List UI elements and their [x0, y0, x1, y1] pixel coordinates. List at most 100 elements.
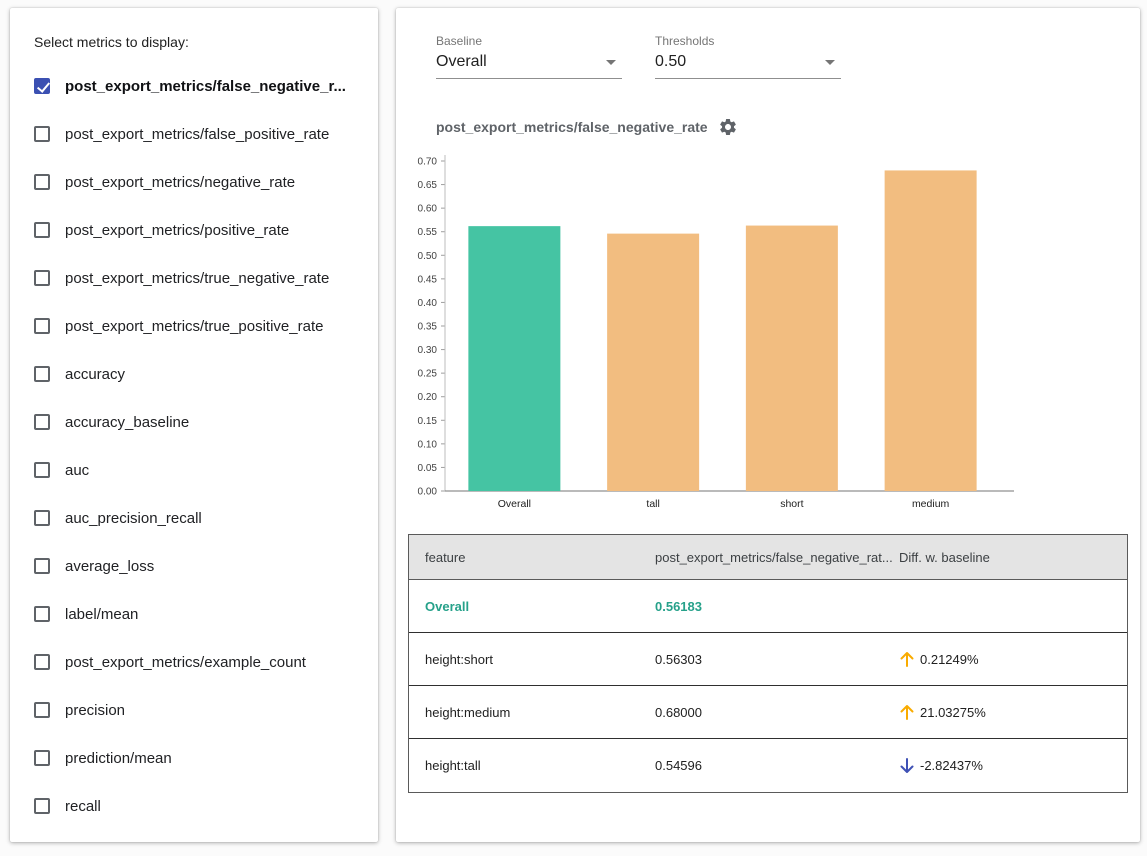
bar-chart[interactable]: 0.00 0.05 0.10 0.15 0.20 0.25 0.30 0.35 0.40 0.45…: [396, 145, 1140, 518]
y-tick-label: 0.60: [418, 204, 438, 215]
chevron-down-icon[interactable]: [825, 60, 835, 65]
metric-label: post_export_metrics/true_negative_rate: [65, 270, 329, 287]
y-tick-label: 0.30: [418, 345, 438, 356]
metric-checkbox-item[interactable]: post_export_metrics/positive_rate: [34, 206, 366, 254]
metric-checkbox-item[interactable]: post_export_metrics/false_positive_rate: [34, 110, 366, 158]
metric-label: post_export_metrics/example_count: [65, 654, 306, 671]
thresholds-dropdown-value-row[interactable]: 0.50: [655, 53, 841, 79]
bar-tall[interactable]: [607, 234, 699, 491]
y-tick-label: 0.20: [418, 392, 438, 403]
baseline-dropdown-value[interactable]: Overall: [436, 53, 487, 71]
x-category-label: tall: [646, 498, 659, 510]
metric-checkbox-item[interactable]: precision: [34, 686, 366, 734]
diff-value: 0.21249%: [920, 652, 979, 667]
baseline-dropdown[interactable]: Baseline Overall: [436, 34, 622, 79]
metric-label: post_export_metrics/false_positive_rate: [65, 126, 329, 143]
checkbox-icon[interactable]: [34, 318, 50, 334]
checkbox-icon[interactable]: [34, 78, 50, 94]
value-cell: 0.54596: [655, 758, 891, 773]
diff-cell: -2.82437%: [891, 757, 1127, 775]
y-tick-label: 0.65: [418, 180, 438, 191]
table-header-row: feature post_export_metrics/false_negati…: [409, 535, 1127, 580]
metric-label: recall: [65, 798, 101, 815]
table-row[interactable]: height:medium 0.68000 21.03275%: [409, 686, 1127, 739]
metric-label: average_loss: [65, 558, 154, 575]
feature-cell: height:short: [409, 652, 655, 667]
checkbox-icon[interactable]: [34, 654, 50, 670]
metrics-list: post_export_metrics/false_negative_r... …: [34, 62, 366, 830]
metric-label: post_export_metrics/positive_rate: [65, 222, 289, 239]
checkbox-icon[interactable]: [34, 750, 50, 766]
y-tick-label: 0.05: [418, 463, 438, 474]
y-tick-label: 0.40: [418, 298, 438, 309]
metric-checkbox-item[interactable]: auc_precision_recall: [34, 494, 366, 542]
header-diff: Diff. w. baseline: [891, 550, 1127, 565]
metric-checkbox-item[interactable]: post_export_metrics/example_count: [34, 638, 366, 686]
checkbox-icon[interactable]: [34, 462, 50, 478]
x-category-label: medium: [912, 498, 950, 510]
checkbox-icon[interactable]: [34, 558, 50, 574]
value-cell: 0.68000: [655, 705, 891, 720]
checkbox-icon[interactable]: [34, 702, 50, 718]
thresholds-dropdown-value[interactable]: 0.50: [655, 53, 686, 71]
y-tick-label: 0.00: [418, 487, 438, 498]
metrics-table-body: Overall 0.56183 height:short 0.56303 0.2…: [409, 580, 1127, 792]
y-tick-label: 0.10: [418, 439, 438, 450]
table-row[interactable]: Overall 0.56183: [409, 580, 1127, 633]
metric-checkbox-item[interactable]: prediction/mean: [34, 734, 366, 782]
metric-checkbox-item[interactable]: recall: [34, 782, 366, 830]
metric-selector-title: Select metrics to display:: [34, 34, 366, 50]
metric-checkbox-item[interactable]: average_loss: [34, 542, 366, 590]
diff-cell: 21.03275%: [891, 703, 1127, 721]
y-tick-label: 0.45: [418, 274, 438, 285]
bar-medium[interactable]: [885, 170, 977, 491]
metric-checkbox-item[interactable]: auc: [34, 446, 366, 494]
metric-label: post_export_metrics/false_negative_r...: [65, 78, 346, 95]
y-tick-label: 0.15: [418, 416, 438, 427]
y-tick-label: 0.35: [418, 322, 438, 333]
x-category-label: Overall: [498, 498, 531, 510]
y-tick-label: 0.55: [418, 227, 438, 238]
value-cell: 0.56303: [655, 652, 891, 667]
metric-checkbox-item[interactable]: label/mean: [34, 590, 366, 638]
checkbox-icon[interactable]: [34, 174, 50, 190]
y-tick-label: 0.50: [418, 251, 438, 262]
bar-chart-svg[interactable]: 0.00 0.05 0.10 0.15 0.20 0.25 0.30 0.35 0.40 0.45…: [396, 145, 1096, 513]
checkbox-icon[interactable]: [34, 222, 50, 238]
checkbox-icon[interactable]: [34, 366, 50, 382]
bar-Overall[interactable]: [468, 226, 560, 491]
thresholds-dropdown[interactable]: Thresholds 0.50: [655, 34, 841, 79]
y-tick-label: 0.25: [418, 369, 438, 380]
checkbox-icon[interactable]: [34, 606, 50, 622]
bar-short[interactable]: [746, 226, 838, 491]
chart-header: post_export_metrics/false_negative_rate: [436, 117, 1140, 137]
chart-title: post_export_metrics/false_negative_rate: [436, 119, 708, 135]
metric-checkbox-item[interactable]: post_export_metrics/false_negative_r...: [34, 62, 366, 110]
metric-checkbox-item[interactable]: accuracy: [34, 350, 366, 398]
checkbox-icon[interactable]: [34, 414, 50, 430]
feature-cell: height:medium: [409, 705, 655, 720]
chevron-down-icon[interactable]: [606, 60, 616, 65]
metric-label: post_export_metrics/negative_rate: [65, 174, 295, 191]
metric-selector-panel: Select metrics to display: post_export_m…: [10, 8, 378, 842]
metric-checkbox-item[interactable]: post_export_metrics/negative_rate: [34, 158, 366, 206]
metric-checkbox-item[interactable]: post_export_metrics/true_positive_rate: [34, 302, 366, 350]
table-row[interactable]: height:tall 0.54596 -2.82437%: [409, 739, 1127, 792]
checkbox-icon[interactable]: [34, 270, 50, 286]
checkbox-icon[interactable]: [34, 798, 50, 814]
metric-label: label/mean: [65, 606, 138, 623]
baseline-dropdown-value-row[interactable]: Overall: [436, 53, 622, 79]
checkbox-icon[interactable]: [34, 510, 50, 526]
settings-gear-icon[interactable]: [718, 117, 738, 137]
feature-cell: height:tall: [409, 758, 655, 773]
table-row[interactable]: height:short 0.56303 0.21249%: [409, 633, 1127, 686]
checkbox-icon[interactable]: [34, 126, 50, 142]
header-metric-value: post_export_metrics/false_negative_rat..…: [655, 550, 891, 565]
value-cell: 0.56183: [655, 599, 891, 614]
metric-label: post_export_metrics/true_positive_rate: [65, 318, 323, 335]
header-feature: feature: [409, 550, 655, 565]
metric-checkbox-item[interactable]: accuracy_baseline: [34, 398, 366, 446]
metric-checkbox-item[interactable]: post_export_metrics/true_negative_rate: [34, 254, 366, 302]
x-category-label: short: [780, 498, 803, 510]
feature-cell: Overall: [409, 599, 655, 614]
